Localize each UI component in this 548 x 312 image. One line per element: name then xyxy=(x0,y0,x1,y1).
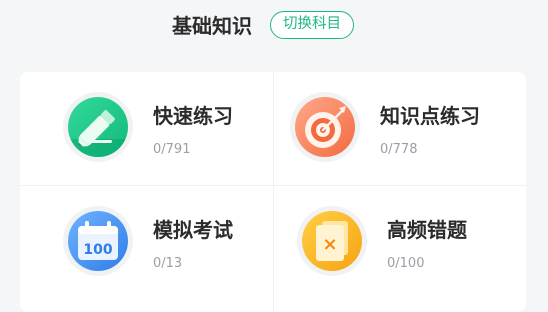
calendar-icon: 100 xyxy=(68,211,128,271)
quick-practice-icon-ring xyxy=(63,92,133,162)
switch-subject-button[interactable]: 切换科目 xyxy=(270,11,354,39)
frequent-wrong-icon-ring: × xyxy=(297,206,367,276)
practice-card: 快速练习 0/791 知识点练习 0/778 100 模拟考试 0/13 × 高… xyxy=(20,72,526,312)
subject-title: 基础知识 xyxy=(172,14,252,38)
frequent-wrong-tile[interactable]: × 高频错题 0/100 xyxy=(274,186,526,298)
knowledge-practice-icon-ring xyxy=(290,92,360,162)
wrong-questions-icon: × xyxy=(302,211,362,271)
frequent-wrong-label: 高频错题 xyxy=(387,218,467,242)
mock-exam-icon-ring: 100 xyxy=(63,206,133,276)
quick-practice-progress: 0/791 xyxy=(153,142,191,157)
quick-practice-label: 快速练习 xyxy=(153,104,233,128)
knowledge-practice-progress: 0/778 xyxy=(380,142,418,157)
frequent-wrong-progress: 0/100 xyxy=(387,256,425,271)
mock-exam-progress: 0/13 xyxy=(153,256,183,271)
mock-exam-label: 模拟考试 xyxy=(153,218,233,242)
cross-mark-text: × xyxy=(322,234,337,255)
mock-exam-tile[interactable]: 100 模拟考试 0/13 xyxy=(20,186,272,298)
knowledge-practice-tile[interactable]: 知识点练习 0/778 xyxy=(274,72,526,184)
quick-practice-tile[interactable]: 快速练习 0/791 xyxy=(20,72,272,184)
target-icon xyxy=(295,97,355,157)
subject-header: 基础知识 切换科目 xyxy=(0,0,548,56)
calendar-icon-text: 100 xyxy=(83,242,112,258)
pencil-icon xyxy=(68,97,128,157)
knowledge-practice-label: 知识点练习 xyxy=(380,104,480,128)
